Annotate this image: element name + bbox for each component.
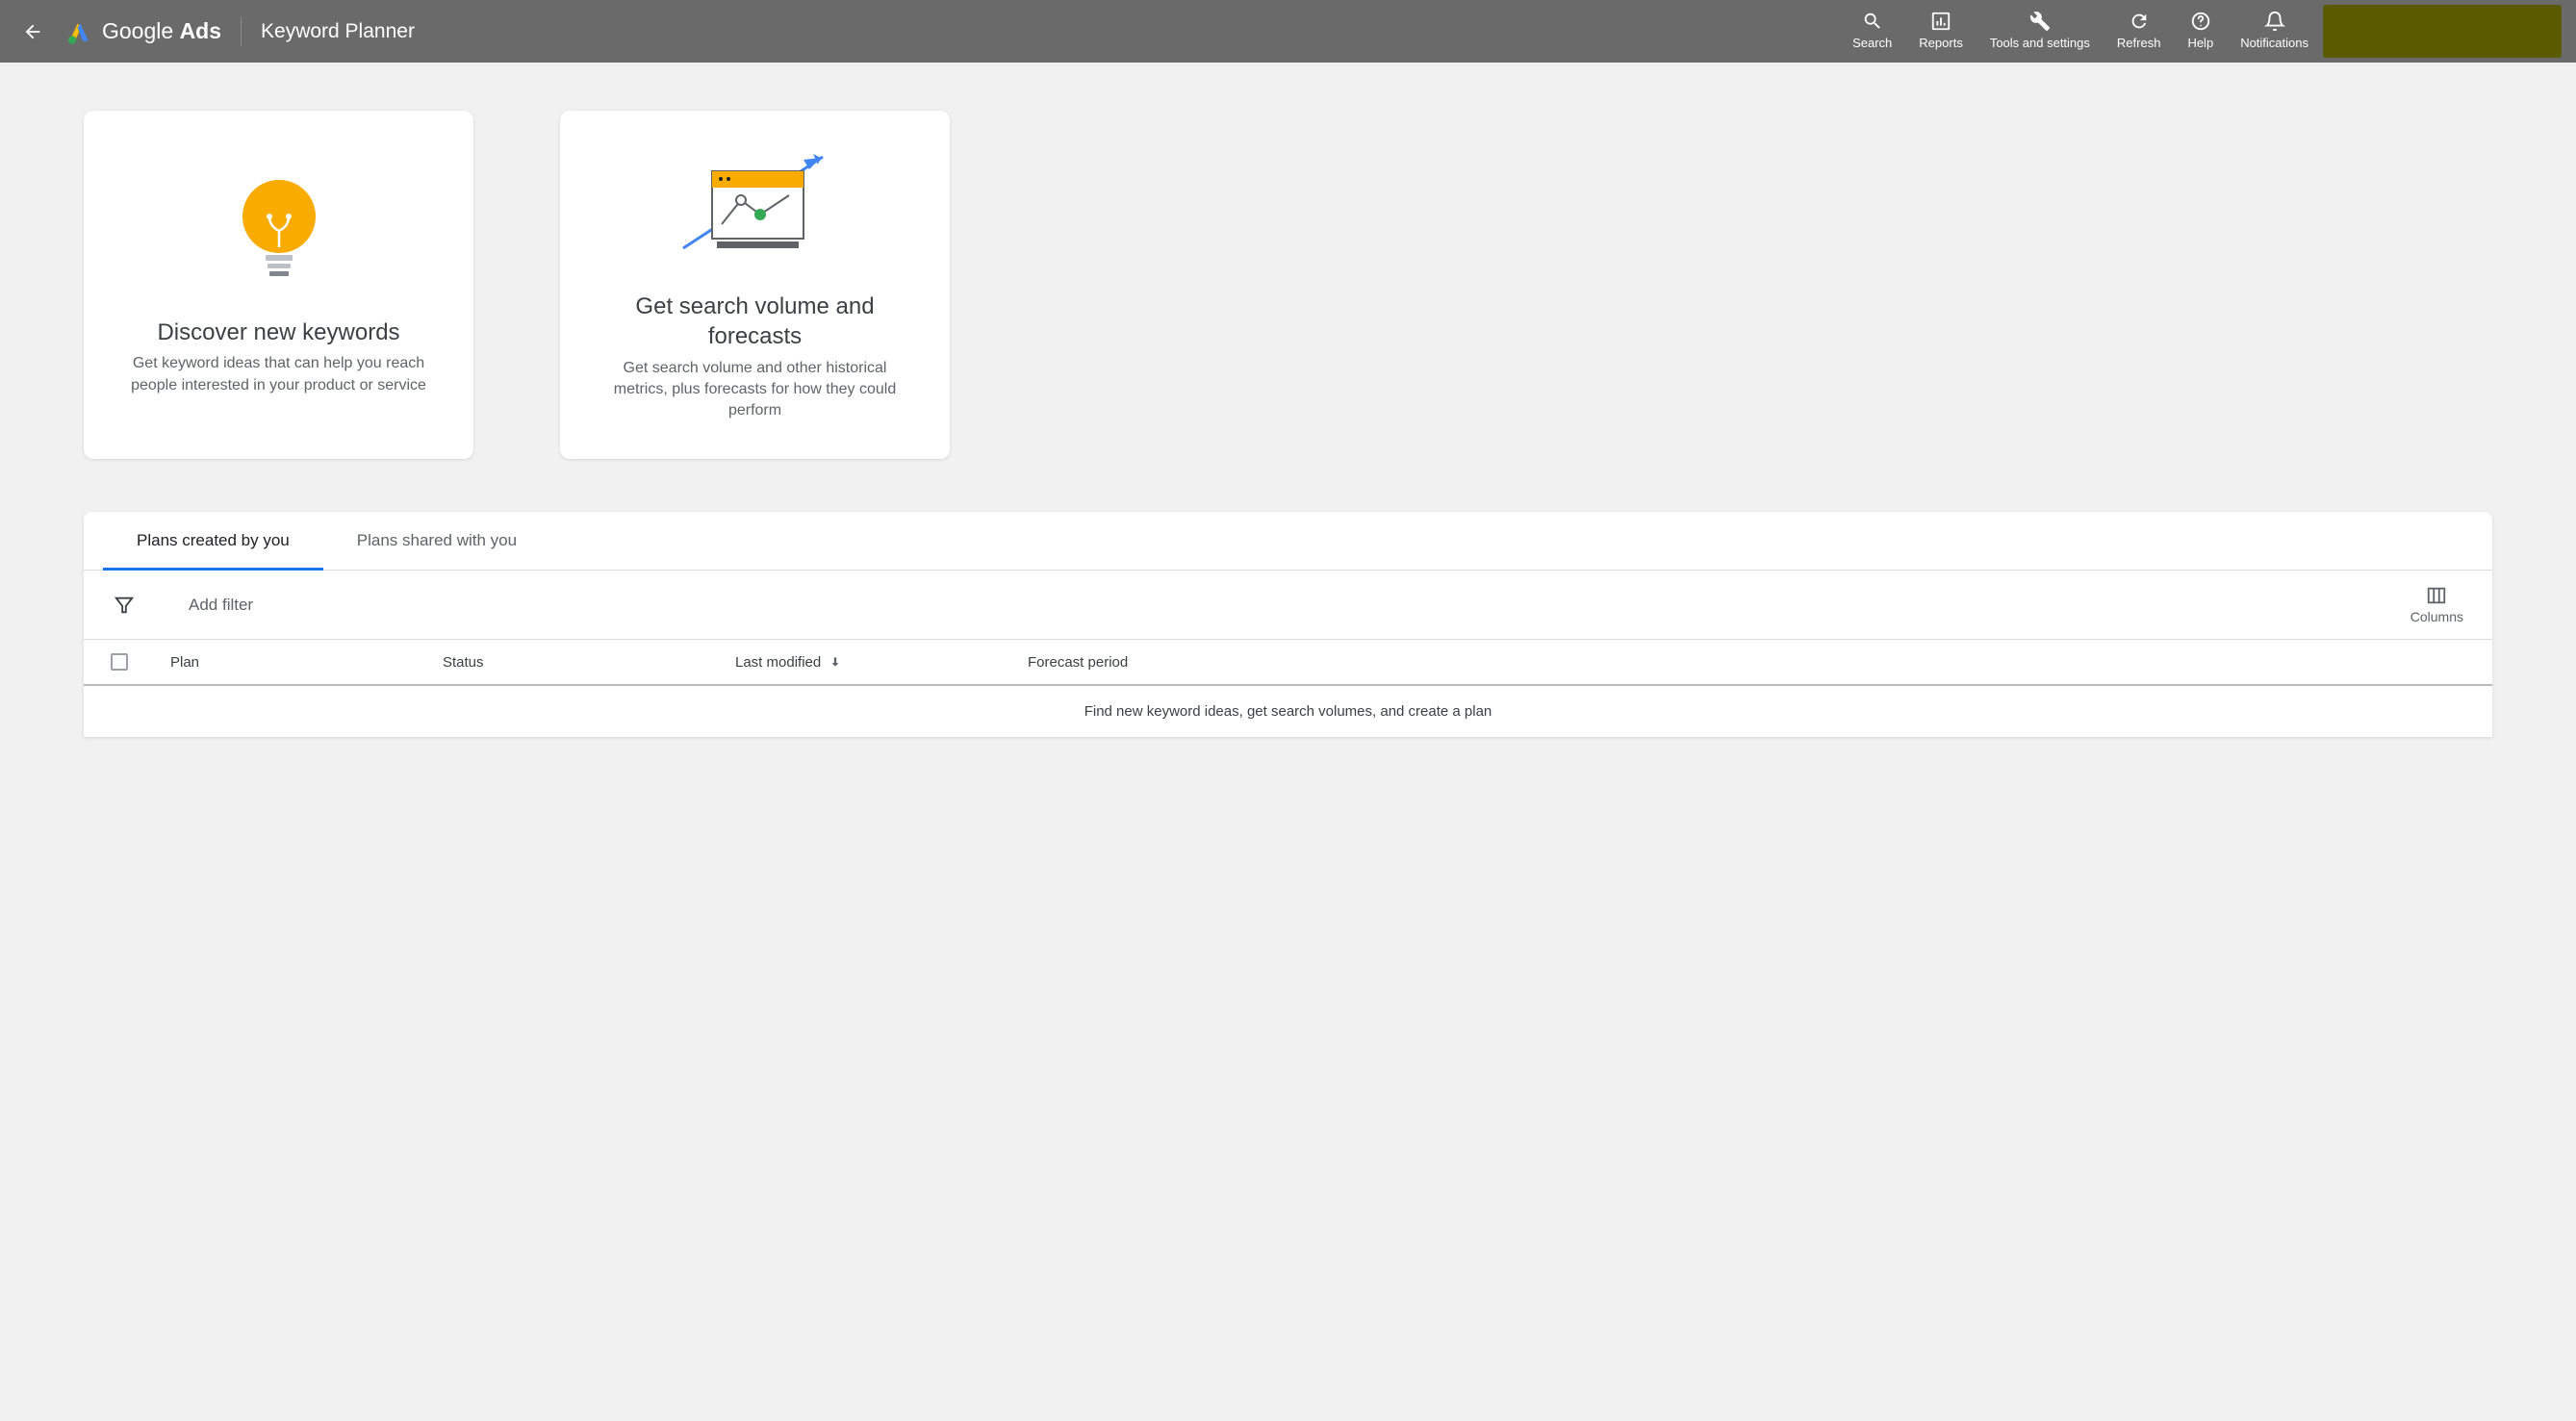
forecast-desc: Get search volume and other historical m… <box>599 358 911 422</box>
tab-plans-created[interactable]: Plans created by you <box>103 512 323 570</box>
brand-logo-section: Google Ads <box>65 18 221 45</box>
reports-label: Reports <box>1919 36 1963 52</box>
google-ads-logo-icon <box>65 18 92 45</box>
search-icon <box>1862 11 1883 32</box>
columns-icon <box>2426 585 2447 606</box>
bell-icon <box>2264 11 2285 32</box>
columns-button[interactable]: Columns <box>2410 585 2463 624</box>
search-label: Search <box>1852 36 1892 52</box>
forecast-title: Get search volume and forecasts <box>599 292 911 351</box>
main-content: Discover new keywords Get keyword ideas … <box>0 63 2576 785</box>
sort-descending-icon <box>829 655 842 669</box>
notifications-action[interactable]: Notifications <box>2240 11 2308 52</box>
refresh-action[interactable]: Refresh <box>2117 11 2161 52</box>
back-button[interactable] <box>14 21 51 42</box>
plans-panel: Plans created by you Plans shared with y… <box>84 512 2492 737</box>
app-header: Google Ads Keyword Planner Search Report… <box>0 0 2576 63</box>
chart-illustration <box>678 147 832 263</box>
th-status[interactable]: Status <box>443 654 735 671</box>
th-plan[interactable]: Plan <box>170 654 443 671</box>
search-volume-card[interactable]: Get search volume and forecasts Get sear… <box>560 111 950 459</box>
refresh-icon <box>2129 11 2150 32</box>
action-cards-row: Discover new keywords Get keyword ideas … <box>84 111 2492 459</box>
tab-plans-shared[interactable]: Plans shared with you <box>323 512 550 570</box>
lightbulb-illustration <box>241 173 318 289</box>
th-modified-label: Last modified <box>735 654 821 671</box>
tools-label: Tools and settings <box>1990 36 2090 52</box>
th-forecast-period[interactable]: Forecast period <box>1028 654 2492 671</box>
add-filter-button[interactable]: Add filter <box>189 596 253 615</box>
search-action[interactable]: Search <box>1852 11 1892 52</box>
header-actions: Search Reports Tools and settings Refres… <box>1852 11 2308 52</box>
discover-title: Discover new keywords <box>157 317 399 347</box>
wrench-icon <box>2029 11 2051 32</box>
th-last-modified[interactable]: Last modified <box>735 654 1028 671</box>
tools-settings-action[interactable]: Tools and settings <box>1990 11 2090 52</box>
help-icon <box>2190 11 2211 32</box>
refresh-label: Refresh <box>2117 36 2161 52</box>
brand-ads: Ads <box>180 18 221 43</box>
filter-icon <box>114 595 135 616</box>
columns-label: Columns <box>2410 609 2463 624</box>
discover-keywords-card[interactable]: Discover new keywords Get keyword ideas … <box>84 111 473 459</box>
brand-text: Google Ads <box>102 18 221 44</box>
filter-button[interactable] <box>113 594 136 617</box>
reports-action[interactable]: Reports <box>1919 11 1963 52</box>
brand-google: Google <box>102 18 173 43</box>
account-badge[interactable] <box>2323 5 2562 58</box>
discover-desc: Get keyword ideas that can help you reac… <box>122 353 435 396</box>
header-divider <box>241 17 242 46</box>
notifications-label: Notifications <box>2240 36 2308 52</box>
reports-icon <box>1930 11 1951 32</box>
plans-table-header: Plan Status Last modified Forecast perio… <box>84 640 2492 686</box>
select-all-checkbox[interactable] <box>111 653 128 671</box>
help-label: Help <box>2187 36 2213 52</box>
help-action[interactable]: Help <box>2187 11 2213 52</box>
empty-state-text: Find new keyword ideas, get search volum… <box>84 686 2492 737</box>
filter-bar: Add filter Columns <box>84 571 2492 640</box>
page-title: Keyword Planner <box>261 20 415 43</box>
plans-tabs: Plans created by you Plans shared with y… <box>84 512 2492 571</box>
arrow-left-icon <box>22 21 43 42</box>
